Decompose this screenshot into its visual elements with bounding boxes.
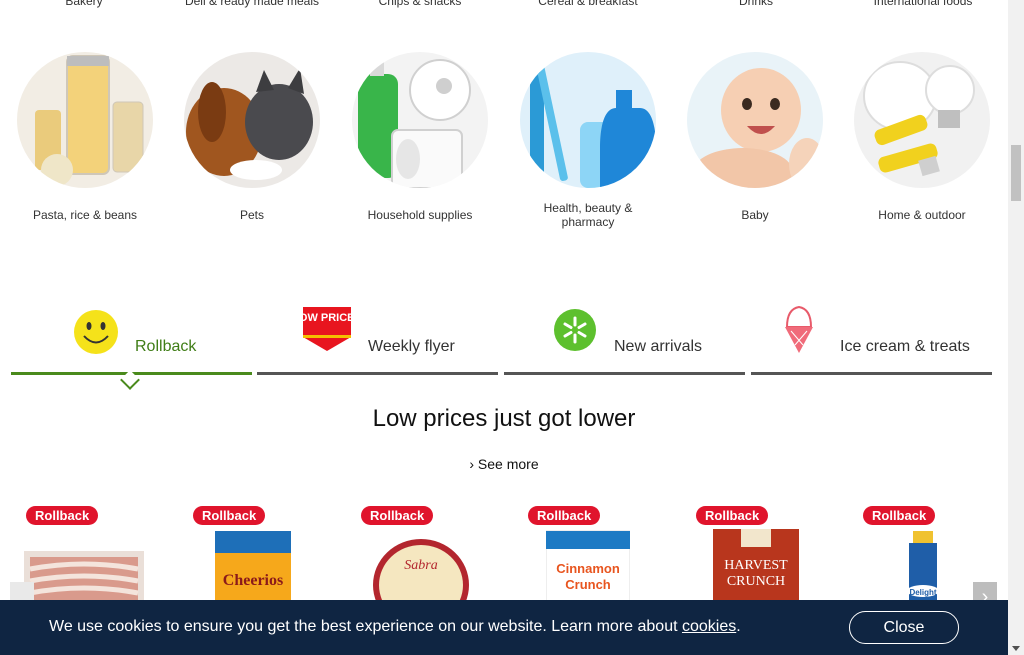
smiley-icon [73,309,119,360]
tab-ice-cream[interactable]: Ice cream & treats [751,305,992,375]
pets-image [184,52,320,188]
product-card[interactable]: Rollback Cinnamon Crunch [528,505,678,612]
rollback-badge: Rollback [863,506,936,525]
baby-image [687,52,823,188]
cookie-message: We use cookies to ensure you get the bes… [49,618,741,636]
svg-text:Crunch: Crunch [565,577,611,592]
pasta-jars-image [17,52,153,188]
category-label: Pasta, rice & beans [32,208,138,222]
category-label: Household supplies [367,208,473,222]
rollback-badge: Rollback [26,506,99,525]
tab-label: Weekly flyer [368,338,455,355]
tab-new-arrivals[interactable]: New arrivals [504,305,745,375]
product-card[interactable]: Rollback HARVEST CRUNCH [696,505,846,611]
household-image [352,52,488,188]
svg-text:CRUNCH: CRUNCH [727,574,785,589]
close-cookie-button[interactable]: Close [849,611,959,644]
category-label-deli[interactable]: Deli & ready made meals [172,0,332,8]
svg-text:Cinnamon: Cinnamon [556,561,620,576]
category-home-outdoor[interactable]: Home & outdoor [838,52,1006,222]
tab-label: New arrivals [614,338,703,355]
cookie-banner: We use cookies to ensure you get the bes… [0,600,1008,655]
svg-text:Delight: Delight [909,588,936,597]
category-label: Pets [239,208,264,222]
cookie-period: . [736,618,741,635]
home-image [854,52,990,188]
spark-icon [554,309,596,356]
category-household[interactable]: Household supplies [336,52,504,222]
scrollbar-thumb[interactable] [1011,145,1021,201]
category-label: Baby [741,208,769,222]
section-headline: Low prices just got lower [372,405,636,432]
category-label-bakery[interactable]: Bakery [4,0,164,8]
tab-label: Rollback [135,338,197,355]
tab-rollback[interactable]: Rollback [11,305,252,390]
category-pets[interactable]: Pets [168,52,336,222]
tab-underline [751,372,992,375]
rollback-badge: Rollback [528,506,601,525]
ice-cream-icon [781,305,817,360]
category-label: Health, beauty & pharmacy [543,201,633,229]
category-label-cereal[interactable]: Cereal & breakfast [508,0,668,8]
scroll-down-arrow-icon[interactable] [1012,646,1020,651]
category-pasta-rice-beans[interactable]: Pasta, rice & beans [1,52,169,222]
page-scrollbar[interactable] [1008,0,1024,655]
product-card[interactable]: Rollback Sabra [361,505,511,631]
svg-text:Sabra: Sabra [404,558,437,573]
category-grid: Pasta, rice & beans Pets Household suppl… [0,52,1008,242]
category-label-international[interactable]: International foods [843,0,1003,8]
category-baby[interactable]: Baby [671,52,839,222]
category-label: Home & outdoor [878,208,966,222]
tab-label: Ice cream & treats [840,338,970,355]
top-category-labels: Bakery Deli & ready made meals Chips & s… [0,0,1008,8]
product-card[interactable]: Rollback [24,505,176,611]
cookies-link[interactable]: cookies [682,618,736,635]
product-card[interactable]: Rollback Cheerios [193,505,343,611]
low-prices-icon: LOW PRICES [292,305,362,358]
tab-weekly-flyer[interactable]: LOW PRICES Weekly flyer [257,305,498,375]
low-prices-text: LOW PRICES [299,312,355,324]
rollback-badge: Rollback [193,506,266,525]
see-more-link[interactable]: › See more [0,456,1008,472]
category-health-beauty[interactable]: Health, beauty & pharmacy [504,52,672,229]
category-label-drinks[interactable]: Drinks [676,0,836,8]
product-carousel: Rollback Rollback Cheerios Rollback Sabr… [0,505,1008,631]
rollback-badge: Rollback [696,506,769,525]
cookie-message-text: We use cookies to ensure you get the bes… [49,618,678,635]
tab-underline [504,372,745,375]
tab-underline [257,372,498,375]
svg-text:HARVEST: HARVEST [724,558,788,573]
rollback-badge: Rollback [361,506,434,525]
category-label-chips[interactable]: Chips & snacks [340,0,500,8]
health-image [520,52,656,188]
promo-tabs: Rollback LOW PRICES Weekly flyer [11,305,994,390]
svg-text:Cheerios: Cheerios [223,572,283,589]
